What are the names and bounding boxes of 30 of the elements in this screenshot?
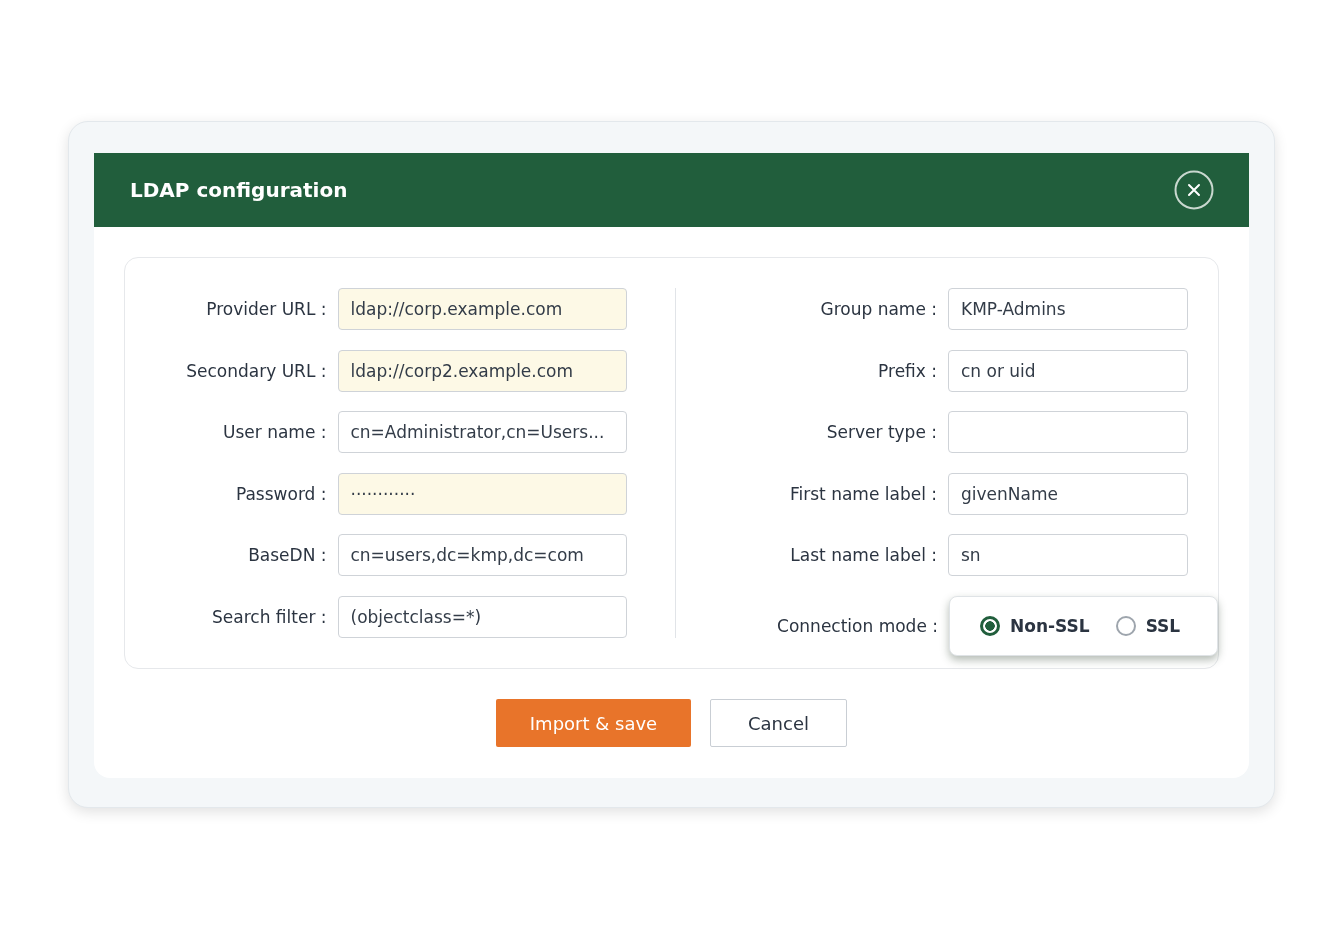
cancel-button[interactable]: Cancel bbox=[710, 699, 847, 747]
field-label: Server type : bbox=[826, 422, 937, 442]
field-label: User name : bbox=[223, 422, 327, 442]
radio-button[interactable] bbox=[980, 615, 1000, 636]
input-field[interactable]: sn bbox=[948, 534, 1188, 576]
input-field[interactable]: KMP-Admins bbox=[948, 288, 1188, 330]
input-field[interactable]: (objectclass=*) bbox=[337, 595, 627, 638]
field-label: Group name : bbox=[820, 299, 937, 319]
radio-button[interactable] bbox=[1115, 615, 1136, 636]
input-field[interactable]: ldap://corp2.example.com bbox=[337, 349, 627, 392]
field-label: First name label : bbox=[789, 483, 937, 504]
input-field[interactable]: cn=users,dc=kmp,dc=com bbox=[337, 534, 627, 576]
input-field[interactable]: cn or uid bbox=[948, 349, 1188, 392]
input-field[interactable] bbox=[948, 411, 1188, 453]
field-label: Search filter : bbox=[212, 606, 327, 627]
field-label: Prefix : bbox=[878, 360, 937, 381]
field-label: Last name label : bbox=[790, 545, 937, 565]
close-icon[interactable] bbox=[1174, 170, 1214, 210]
radio-label[interactable]: Non-SSL bbox=[1010, 615, 1090, 636]
radio-label[interactable]: SSL bbox=[1145, 615, 1181, 636]
input-field[interactable]: cn=Administrator,cn=Users... bbox=[337, 411, 627, 453]
field-label: Password : bbox=[235, 483, 327, 504]
field-label: Provider URL : bbox=[206, 299, 327, 319]
field-label: Connection mode : bbox=[777, 615, 938, 636]
input-field[interactable]: ldap://corp.example.com bbox=[337, 288, 627, 330]
input-field[interactable]: ············ bbox=[337, 472, 627, 515]
field-label: BaseDN : bbox=[248, 545, 327, 565]
input-field[interactable]: givenName bbox=[948, 472, 1188, 515]
dialog-title: LDAP configuration bbox=[130, 178, 348, 202]
field-label: Secondary URL : bbox=[186, 360, 327, 381]
